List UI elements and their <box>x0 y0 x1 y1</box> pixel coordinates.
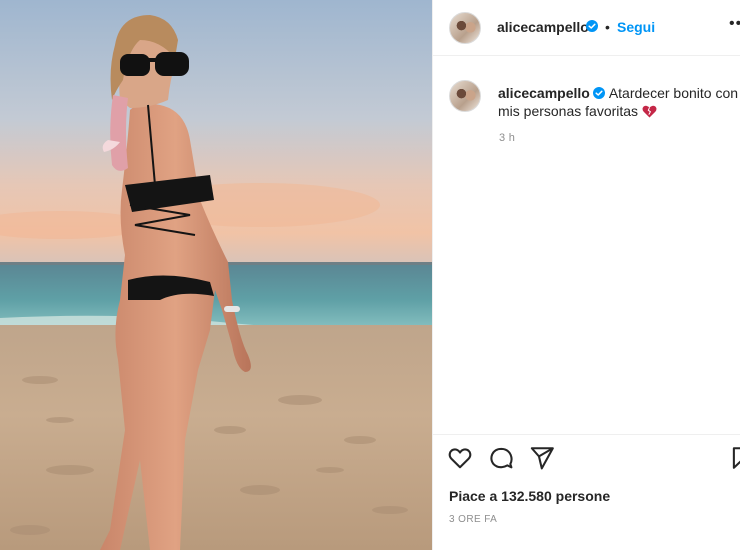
author-username[interactable]: alicecampello <box>497 19 589 35</box>
follow-button[interactable]: Segui <box>617 19 655 35</box>
share-send-icon[interactable] <box>529 445 555 471</box>
beach-photo <box>0 0 432 550</box>
caption-avatar[interactable] <box>449 80 481 112</box>
post-side-panel: alicecampello • Segui •• alicecampello A… <box>432 0 740 550</box>
broken-heart-emoji-icon <box>642 105 657 118</box>
save-bookmark-icon[interactable] <box>729 445 740 471</box>
verified-badge-icon <box>586 20 598 32</box>
likes-count[interactable]: Piace a 132.580 persone <box>449 488 610 504</box>
more-options-icon[interactable]: •• <box>729 15 740 33</box>
action-bar <box>433 434 740 475</box>
caption-username[interactable]: alicecampello <box>498 85 590 101</box>
post-timestamp[interactable]: 3 ORE FA <box>449 514 497 525</box>
comment-icon[interactable] <box>488 445 514 471</box>
caption-timestamp[interactable]: 3 h <box>499 132 515 144</box>
verified-badge-icon <box>592 87 605 99</box>
post-image[interactable] <box>0 0 432 550</box>
author-avatar[interactable] <box>449 12 481 44</box>
like-heart-icon[interactable] <box>447 445 473 471</box>
post-header: alicecampello • Segui •• <box>433 0 740 56</box>
header-separator: • <box>605 19 610 35</box>
caption-text-block: alicecampello Atardecer bonito con mis p… <box>498 84 740 120</box>
